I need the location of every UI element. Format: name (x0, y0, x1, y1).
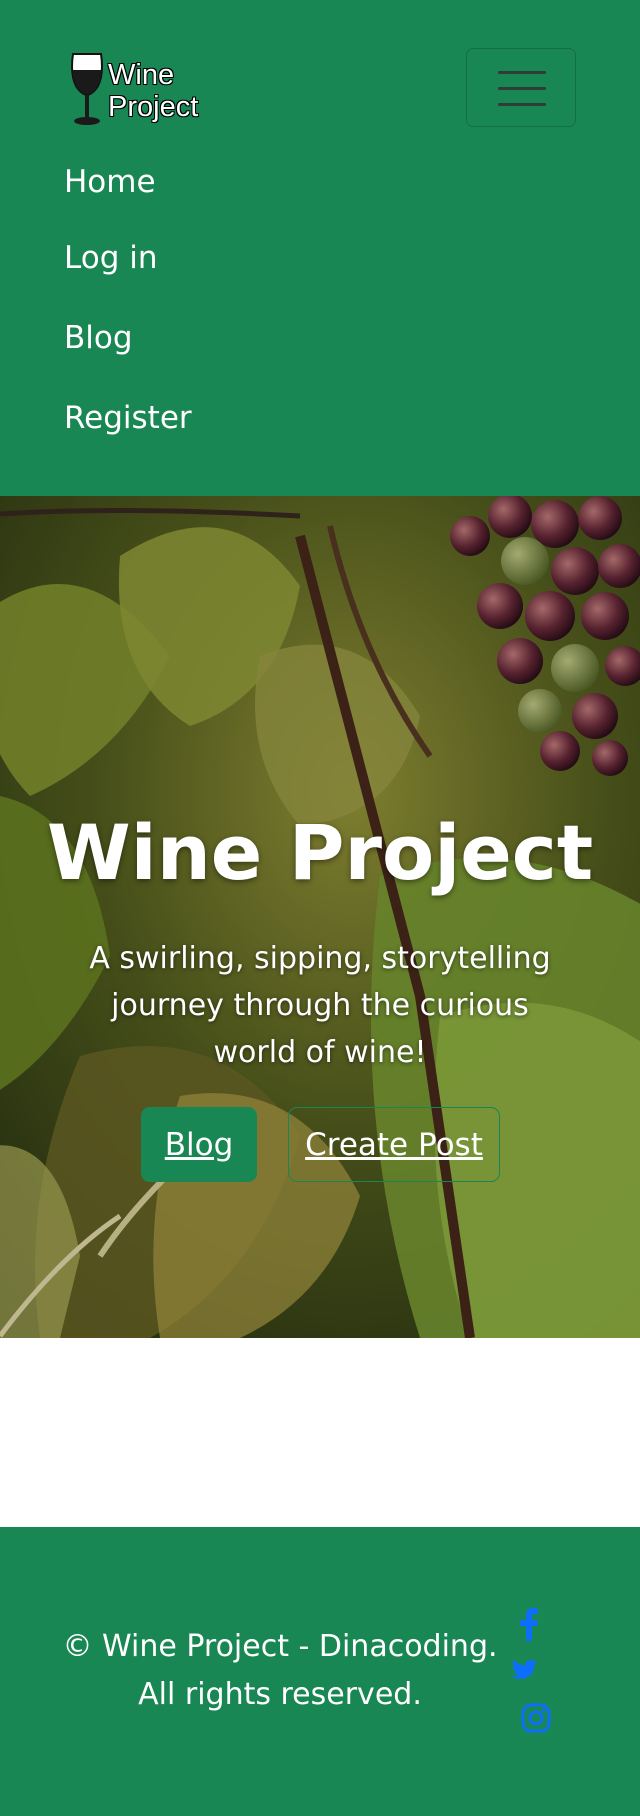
nav-item-register: Register (64, 378, 584, 458)
nav-link-home[interactable]: Home (64, 164, 156, 200)
footer: © Wine Project - Dinacoding. All rights … (0, 1527, 640, 1816)
brand-name-line2: Project (108, 91, 199, 123)
vineyard-grapes-photo (0, 496, 640, 1338)
nav-item-home: Home (64, 150, 584, 218)
hamburger-menu-button[interactable] (466, 48, 576, 127)
navbar: Wine Project Home Log in Blog Register (0, 0, 640, 496)
nav-menu: Home Log in Blog Register (64, 150, 584, 458)
nav-link-login[interactable]: Log in (64, 240, 157, 276)
hero-section (0, 496, 640, 1338)
hero-title: Wine Project (46, 808, 594, 897)
hamburger-bar (498, 87, 546, 90)
footer-copyright: © Wine Project - Dinacoding. All rights … (62, 1629, 498, 1712)
nav-link-register[interactable]: Register (64, 400, 192, 436)
instagram-icon[interactable] (521, 1703, 551, 1733)
hero-subtitle: A swirling, sipping, storytelling journe… (89, 941, 551, 1070)
hero-blog-button[interactable]: Blog (141, 1107, 257, 1182)
brand-name-line1: Wine (108, 59, 175, 91)
brand-logo-link[interactable]: Wine Project (70, 48, 210, 130)
nav-item-login: Log in (64, 218, 584, 298)
wine-glass-icon (71, 53, 103, 125)
twitter-icon[interactable] (510, 1655, 544, 1683)
create-post-button[interactable]: Create Post (288, 1107, 500, 1182)
hamburger-menu-icon (498, 71, 546, 74)
hamburger-bar (498, 103, 546, 106)
nav-item-blog: Blog (64, 298, 584, 378)
nav-link-blog[interactable]: Blog (64, 320, 133, 356)
facebook-icon[interactable] (519, 1607, 539, 1641)
